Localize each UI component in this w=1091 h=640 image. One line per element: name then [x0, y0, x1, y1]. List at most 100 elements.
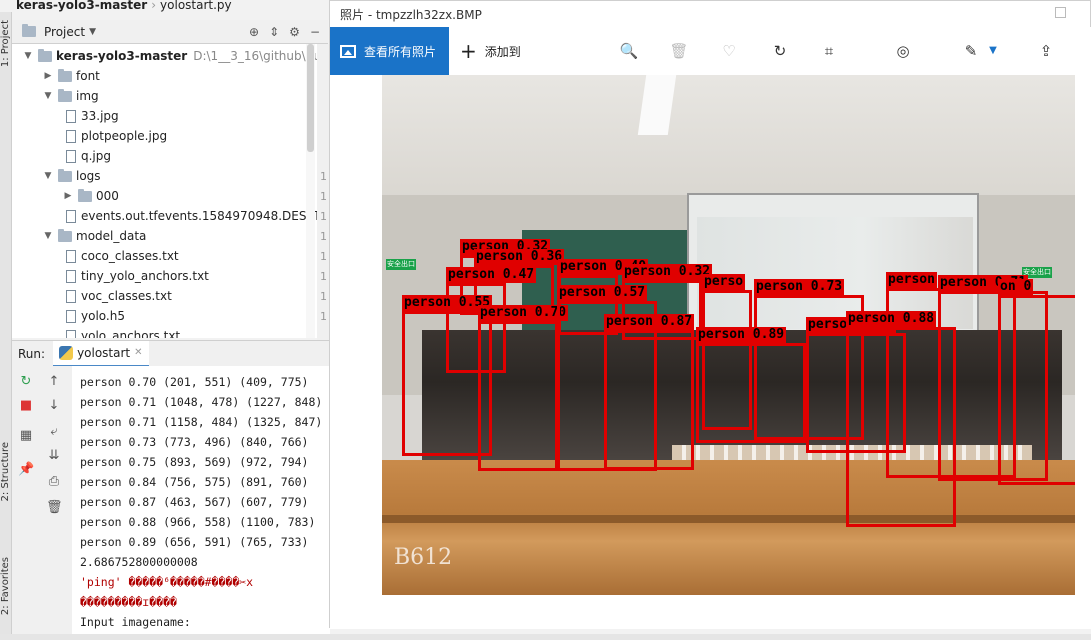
tree-item-label: q.jpg — [81, 149, 111, 163]
tree-item-label: yolo_anchors.txt — [81, 329, 181, 338]
tree-folder[interactable]: ▼ logs — [42, 166, 101, 186]
tree-file[interactable]: yolo.h5 — [62, 306, 125, 326]
detection-box — [478, 321, 558, 471]
breadcrumb-file[interactable]: yolostart.py — [160, 0, 232, 12]
add-to-button[interactable]: + 添加到 — [460, 27, 521, 75]
plus-icon: + — [460, 39, 477, 63]
layout-icon[interactable]: ▦ — [18, 428, 34, 444]
run-console-output[interactable]: person 0.70 (201, 551) (409, 775) person … — [72, 366, 330, 640]
tree-folder[interactable]: ▼ model_data — [42, 226, 146, 246]
tree-folder[interactable]: ▶ 000 — [62, 186, 119, 206]
rerun-icon[interactable]: ↻ — [18, 374, 34, 390]
gear-icon[interactable]: ⚙ — [289, 25, 300, 39]
detection-label: person — [886, 272, 937, 288]
project-tree-scrollbar[interactable] — [306, 44, 315, 338]
detection-label: perso — [702, 274, 746, 290]
scroll-down-icon[interactable]: ↓ — [46, 398, 62, 414]
project-tool-tab[interactable]: 1: Project — [0, 20, 12, 67]
folder-icon — [58, 168, 72, 182]
chevron-down-icon[interactable]: ▼ — [42, 231, 54, 241]
scrollbar-thumb[interactable] — [307, 44, 314, 152]
detection-box — [604, 330, 694, 470]
breadcrumb-separator: › — [151, 0, 157, 12]
project-folder-icon — [22, 24, 36, 37]
console-line: person 0.71 (1158, 484) (1325, 847) — [80, 415, 323, 429]
detection-label: person 0.32 — [622, 264, 713, 280]
detection-label: person 0.36 — [474, 249, 565, 265]
tree-folder[interactable]: ▼ img — [42, 86, 99, 106]
tree-item-label: tiny_yolo_anchors.txt — [81, 269, 209, 283]
rotate-icon[interactable]: ↻ — [770, 41, 790, 61]
collapse-icon[interactable]: ⇕ — [269, 25, 279, 39]
file-icon — [66, 249, 76, 263]
tree-item-label: model_data — [76, 229, 147, 243]
chevron-down-icon[interactable]: ▼ — [42, 91, 54, 101]
project-view-selector[interactable]: Project — [44, 25, 85, 39]
favorite-icon[interactable]: ♡ — [719, 41, 739, 61]
tree-file[interactable]: 33.jpg — [62, 106, 119, 126]
favorites-tool-tab[interactable]: 2: Favorites — [0, 557, 12, 615]
view-all-photos-label: 查看所有照片 — [364, 44, 437, 59]
console-line: 2.686752800000008 — [80, 555, 198, 569]
tree-file[interactable]: coco_classes.txt — [62, 246, 179, 266]
photo-canvas: 安全出口 安全出口 B612 person 0.32 person 0.36 per… — [330, 75, 1091, 629]
gutter-line-number: 1 — [320, 230, 327, 243]
locate-icon[interactable]: ⊕ — [249, 25, 259, 39]
photo-icon — [340, 44, 356, 58]
gutter-line-number: 1 — [320, 210, 327, 223]
scroll-up-icon[interactable]: ↑ — [46, 374, 62, 390]
pin-icon[interactable]: 📌 — [18, 462, 34, 478]
scroll-to-end-icon[interactable]: ⇊ — [46, 448, 62, 464]
gutter-line-number: 1 — [320, 250, 327, 263]
left-tool-strip: 1: Project 2: Structure 2: Favorites — [0, 12, 12, 640]
trash-icon[interactable]: 🗑 — [46, 500, 63, 516]
crop-icon[interactable]: ⌗ — [819, 41, 839, 61]
tree-folder[interactable]: ▼ keras-yolo3-master D:\1__3_16\github\hum… — [22, 46, 317, 66]
detection-box — [998, 295, 1075, 485]
run-tab-label: yolostart — [77, 345, 131, 360]
view-all-photos-button[interactable]: 查看所有照片 — [330, 27, 449, 75]
file-icon — [66, 329, 76, 338]
run-tab-yolostart[interactable]: yolostart ✕ — [53, 340, 149, 367]
tree-file[interactable]: tiny_yolo_anchors.txt — [62, 266, 209, 286]
horizontal-scrollbar[interactable] — [0, 634, 1091, 640]
console-line: person 0.70 (201, 551) (409, 775) — [80, 375, 309, 389]
stop-icon[interactable]: ■ — [18, 398, 34, 414]
tree-file[interactable]: q.jpg — [62, 146, 111, 166]
chevron-down-icon[interactable]: ▼ — [42, 171, 54, 181]
edit-icon[interactable]: ✎ — [961, 41, 981, 61]
tree-file[interactable]: yolo_anchors.txt — [62, 326, 180, 338]
tree-file[interactable]: events.out.tfevents.1584970948.DESKTO — [62, 206, 317, 226]
zoom-icon[interactable]: 🔍 — [619, 41, 639, 61]
tree-file[interactable]: voc_classes.txt — [62, 286, 172, 306]
tree-item-label: events.out.tfevents.1584970948.DESKTO — [81, 209, 317, 223]
enhance-icon[interactable]: ◎ — [893, 41, 913, 61]
breadcrumb: keras-yolo3-master › yolostart.py — [0, 0, 330, 12]
detection-photo[interactable]: 安全出口 安全出口 B612 person 0.32 person 0.36 per… — [382, 75, 1075, 595]
print-icon[interactable]: ⎙ — [46, 474, 62, 490]
folder-icon — [58, 68, 72, 82]
maximize-icon[interactable] — [1055, 7, 1066, 18]
delete-icon[interactable]: 🗑 — [669, 41, 689, 61]
tree-item-label: 33.jpg — [81, 109, 119, 123]
chevron-right-icon[interactable]: ▶ — [42, 71, 54, 81]
close-icon[interactable]: ✕ — [134, 347, 142, 358]
detection-box — [696, 343, 806, 443]
project-panel-header: Project ▼ ⊕ ⇕ ⚙ − — [12, 20, 328, 44]
tree-folder[interactable]: ▶ font — [42, 66, 100, 86]
breadcrumb-project[interactable]: keras-yolo3-master — [16, 0, 147, 12]
share-icon[interactable]: ⇪ — [1036, 41, 1056, 61]
desk-divider — [382, 515, 1075, 523]
structure-tool-tab[interactable]: 2: Structure — [0, 442, 12, 501]
tree-file[interactable]: plotpeople.jpg — [62, 126, 167, 146]
chevron-down-icon[interactable]: ▼ — [89, 27, 96, 37]
chevron-down-icon[interactable]: ▼ — [983, 41, 1003, 61]
console-line: person 0.84 (756, 575) (891, 760) — [80, 475, 309, 489]
file-icon — [66, 109, 76, 123]
soft-wrap-icon[interactable]: ⤶ — [46, 424, 62, 440]
photos-window: 照片 - tmpzzlh32zx.BMP 查看所有照片 + 添加到 🔍 🗑 ♡ … — [329, 0, 1091, 629]
run-panel-header: Run: yolostart ✕ — [12, 340, 330, 367]
hide-icon[interactable]: − — [310, 25, 320, 39]
chevron-right-icon[interactable]: ▶ — [62, 191, 74, 201]
chevron-down-icon[interactable]: ▼ — [22, 51, 34, 61]
